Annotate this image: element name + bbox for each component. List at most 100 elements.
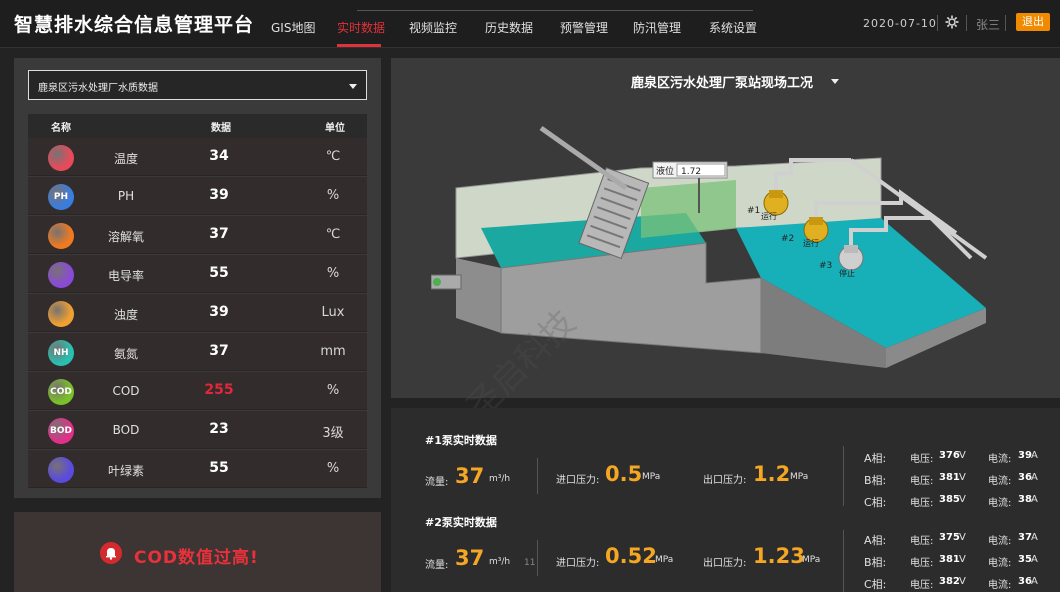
nav-flood-control[interactable]: 防汛管理 xyxy=(633,19,681,36)
pump-1-flow-label: 流量: xyxy=(425,477,449,488)
voltage-unit: V xyxy=(959,450,966,461)
voltage-label: 电压: xyxy=(910,536,934,547)
row-name: 温度 xyxy=(113,152,138,166)
oxygen-icon xyxy=(48,223,74,249)
bell-icon xyxy=(100,542,122,564)
chevron-down-icon[interactable] xyxy=(831,79,839,84)
row-value: 37 xyxy=(209,343,229,359)
row-unit: Lux xyxy=(321,305,345,320)
chevron-down-icon xyxy=(349,84,357,89)
pump-1-phase-divider xyxy=(843,446,844,506)
row-unit: ℃ xyxy=(325,149,341,164)
current-label: 电流: xyxy=(988,536,1012,547)
quality-table-header: 名称 数据 单位 xyxy=(28,114,367,138)
current-unit: A xyxy=(1031,494,1038,505)
pump-2-stray-value: 11 xyxy=(524,558,536,568)
pump-2-flow-unit: m³/h xyxy=(489,557,511,567)
row-name: COD xyxy=(112,384,140,398)
pump-2-inlet-pressure-unit: MPa xyxy=(655,555,674,565)
pump-1-outlet-pressure-label: 出口压力: xyxy=(703,475,747,486)
nav-history-data[interactable]: 历史数据 xyxy=(485,19,533,36)
pump-1-inlet-pressure-label: 进口压力: xyxy=(556,475,600,486)
nav-gis-map[interactable]: GIS地图 xyxy=(271,19,315,36)
pump-1-flow-unit: m³/h xyxy=(489,474,511,484)
row-value: 23 xyxy=(209,421,229,437)
thermometer-icon xyxy=(48,145,74,171)
row-value: 55 xyxy=(209,265,229,281)
pump-1-divider xyxy=(537,458,538,494)
voltage-value: 381 xyxy=(939,472,960,483)
alert-panel: COD数值过高! xyxy=(14,512,381,592)
voltage-unit: V xyxy=(959,532,966,543)
header-separator xyxy=(1005,15,1006,31)
pump-1-inlet-pressure-unit: MPa xyxy=(642,472,661,482)
pump-2-title: #2泵实时数据 xyxy=(425,516,497,529)
row-unit: mm xyxy=(320,344,346,359)
gear-icon[interactable] xyxy=(944,14,960,30)
svg-text:#2: #2 xyxy=(781,234,794,244)
tank-front-wall xyxy=(456,258,501,333)
inlet-valve xyxy=(433,278,441,286)
nav-alert-management[interactable]: 预警管理 xyxy=(560,19,608,36)
nav-system-settings[interactable]: 系统设置 xyxy=(709,19,757,36)
current-unit: A xyxy=(1031,576,1038,587)
nh3-icon: NH xyxy=(48,340,74,366)
table-row: 叶绿素 55% xyxy=(28,450,367,488)
row-value: 39 xyxy=(209,304,229,320)
col-header-value: 数据 xyxy=(211,123,231,134)
station-select[interactable]: 鹿泉区污水处理厂水质数据 xyxy=(28,70,367,100)
table-row: 温度 34 ℃ xyxy=(28,138,367,176)
voltage-value: 375 xyxy=(939,532,960,543)
header-separator xyxy=(966,15,967,31)
pump-1-outlet-pressure-unit: MPa xyxy=(790,472,809,482)
row-name: 溶解氧 xyxy=(107,230,144,244)
nav-realtime-data[interactable]: 实时数据 xyxy=(337,19,385,36)
current-unit: A xyxy=(1031,472,1038,483)
current-value: 38 xyxy=(1018,494,1032,505)
alert-message: COD数值过高! xyxy=(134,548,259,568)
row-name: PH xyxy=(117,189,135,203)
voltage-unit: V xyxy=(959,554,966,565)
row-value: 55 xyxy=(209,460,229,476)
app-title: 智慧排水综合信息管理平台 xyxy=(14,14,255,36)
voltage-value: 376 xyxy=(939,450,960,461)
nav-video-monitor[interactable]: 视频监控 xyxy=(409,19,457,36)
row-value: 34 xyxy=(209,148,229,164)
current-label: 电流: xyxy=(988,558,1012,569)
scene-title[interactable]: 鹿泉区污水处理厂泵站现场工况 xyxy=(631,72,813,91)
water-quality-panel: 鹿泉区污水处理厂水质数据 名称 数据 单位 温度 34 ℃ PH PH 39% 溶解氧 37 ℃… xyxy=(14,58,381,498)
table-row: 溶解氧 37 ℃ xyxy=(28,216,367,254)
current-date: 2020-07-10 xyxy=(863,17,937,30)
pump-2-flow-value: 37 xyxy=(455,546,485,570)
phase-name: C相: xyxy=(864,578,887,591)
screen-chamber xyxy=(641,180,736,238)
voltage-label: 电压: xyxy=(910,558,934,569)
svg-text:#1: #1 xyxy=(747,206,760,216)
station-select-value: 鹿泉区污水处理厂水质数据 xyxy=(38,83,158,94)
pump-2-outlet-pressure-unit: MPa xyxy=(802,555,821,565)
voltage-unit: V xyxy=(959,494,966,505)
ph-icon: PH xyxy=(48,184,74,210)
current-unit: A xyxy=(1031,554,1038,565)
current-value: 37 xyxy=(1018,532,1032,543)
table-row: COD COD 255% xyxy=(28,372,367,410)
svg-text:运行: 运行 xyxy=(803,238,819,248)
table-row: PH PH 39% xyxy=(28,177,367,215)
table-row: 电导率 55% xyxy=(28,255,367,293)
logout-button[interactable]: 退出 xyxy=(1016,13,1050,31)
pump-2-inlet-pressure-value: 0.52 xyxy=(605,544,657,568)
phase-name: C相: xyxy=(864,496,887,509)
row-unit: 3级 xyxy=(322,426,344,441)
header-separator xyxy=(937,15,938,31)
table-row: 浊度 39 Lux xyxy=(28,294,367,332)
pump-2-divider xyxy=(537,540,538,576)
voltage-unit: V xyxy=(959,472,966,483)
user-name[interactable]: 张三 xyxy=(976,16,1000,33)
voltage-label: 电压: xyxy=(910,580,934,591)
pump-1-inlet-pressure-value: 0.5 xyxy=(605,462,643,486)
col-header-unit: 单位 xyxy=(325,123,345,134)
current-value: 35 xyxy=(1018,554,1032,565)
pump-station-scene-panel: 鹿泉区污水处理厂泵站现场工况 液位 1.72 运行 #1 运行 #2 停止 #3… xyxy=(391,58,1060,427)
row-name: 叶绿素 xyxy=(107,464,144,478)
pump-1-flow-value: 37 xyxy=(455,464,485,488)
